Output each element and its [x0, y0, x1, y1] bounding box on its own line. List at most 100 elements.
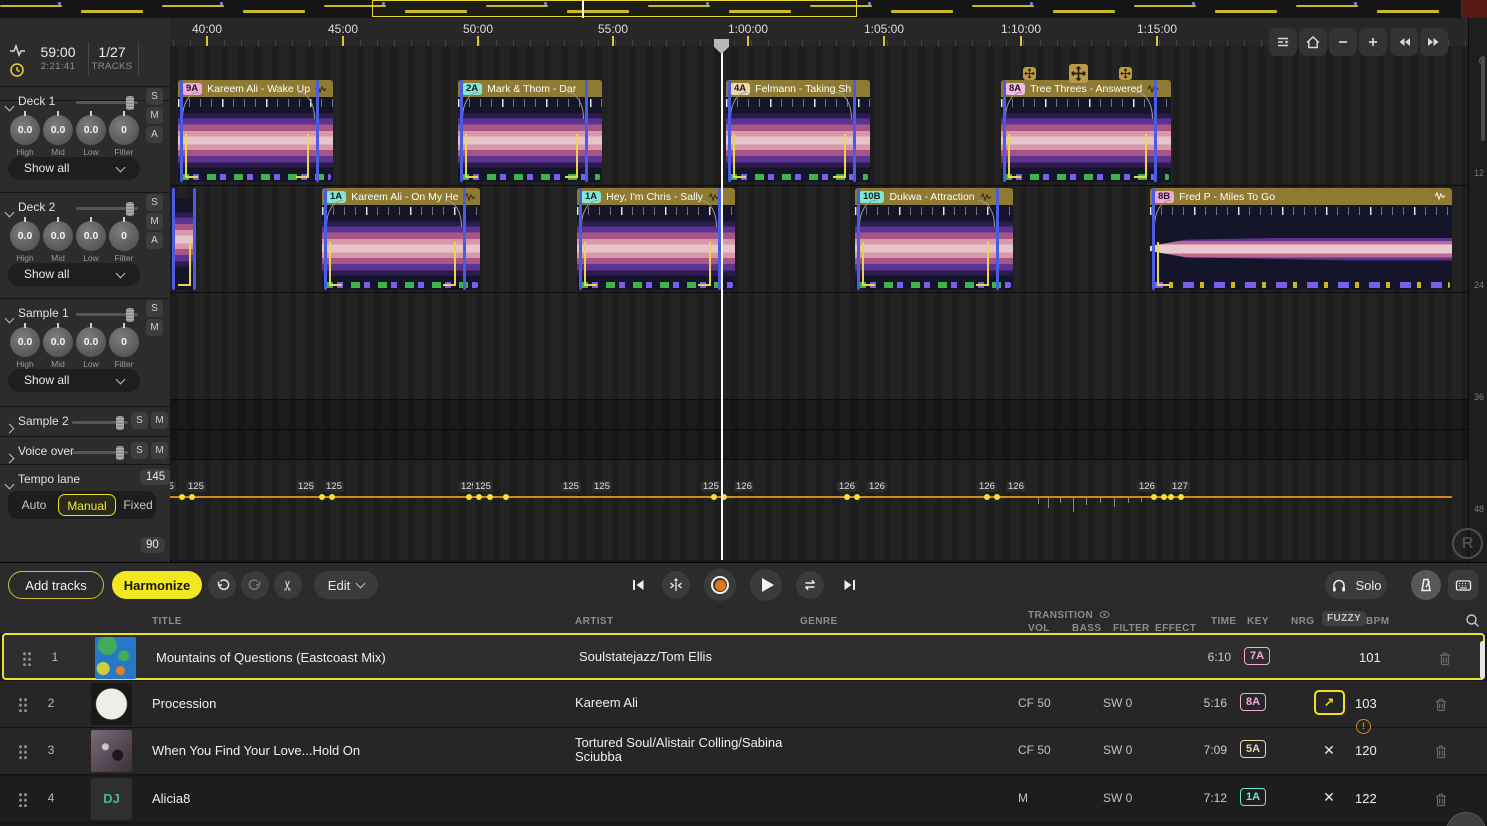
- fuzzy-match-button[interactable]: ↗: [1314, 690, 1345, 715]
- volume-slider[interactable]: [72, 421, 128, 424]
- button-m[interactable]: M: [146, 213, 163, 230]
- fade-bracket[interactable]: [833, 134, 846, 178]
- timeline-lanes[interactable]: 9AKareem Ali - Wake Up 2AMark & Thom - Da…: [170, 46, 1468, 560]
- track-filter-dropdown[interactable]: Show all: [8, 157, 140, 180]
- button-s[interactable]: S: [146, 300, 163, 317]
- tempo-point[interactable]: [984, 494, 990, 500]
- button-m[interactable]: M: [146, 319, 163, 336]
- zoom-out-button[interactable]: [1329, 28, 1357, 56]
- button-m[interactable]: M: [151, 442, 168, 459]
- knob-low[interactable]: 0.0: [76, 221, 106, 251]
- fuzzy-status[interactable]: ✕: [1313, 786, 1345, 810]
- tempo-point[interactable]: [1178, 494, 1184, 500]
- clip-boundary[interactable]: [728, 80, 731, 182]
- clip-header[interactable]: 1AKareem Ali - On My Hea: [322, 188, 480, 205]
- tempo-min-value[interactable]: 90: [140, 537, 165, 553]
- fade-bracket[interactable]: [1157, 242, 1170, 286]
- timeline-clip[interactable]: 8ATree Threes - Answered: [1001, 80, 1171, 182]
- knob-mid[interactable]: 0.0: [43, 327, 73, 357]
- tempo-point[interactable]: [189, 494, 195, 500]
- table-row[interactable]: 2ProcessionKareem AliCF 50SW 05:168A↗103…: [0, 681, 1487, 728]
- drag-handle[interactable]: [22, 651, 31, 666]
- timeline-scrollbar[interactable]: [1481, 56, 1485, 141]
- rewind-button[interactable]: [1390, 28, 1418, 56]
- col-transition[interactable]: TRANSITION: [1028, 610, 1110, 621]
- solo-button[interactable]: Solo: [1325, 571, 1387, 599]
- button-s[interactable]: S: [131, 442, 148, 459]
- clip-boundary[interactable]: [857, 188, 860, 290]
- tempo-point[interactable]: [466, 494, 472, 500]
- slider-handle[interactable]: [116, 416, 124, 430]
- timeline-clip[interactable]: 9AKareem Ali - Wake Up: [178, 80, 333, 182]
- clip-boundary[interactable]: [853, 80, 856, 182]
- tempo-mode-auto[interactable]: Auto: [12, 494, 56, 516]
- clip-header[interactable]: 4AFelmann - Taking Sh: [726, 80, 870, 97]
- clip-boundary[interactable]: [193, 188, 196, 290]
- fuzzy-status[interactable]: [1317, 645, 1349, 669]
- tempo-point[interactable]: [487, 494, 493, 500]
- fast-forward-button[interactable]: [1420, 28, 1448, 56]
- tempo-point[interactable]: [1168, 494, 1174, 500]
- edit-menu-button[interactable]: Edit: [314, 571, 378, 599]
- tempo-point[interactable]: [711, 494, 717, 500]
- clip-boundary[interactable]: [324, 188, 327, 290]
- col-time[interactable]: TIME: [1211, 616, 1237, 627]
- fuzzy-status[interactable]: ✕: [1313, 738, 1345, 762]
- table-row[interactable]: 1Mountains of Questions (Eastcoast Mix)S…: [2, 633, 1485, 680]
- col-fuzzy[interactable]: FUZZY: [1322, 613, 1366, 624]
- tempo-point[interactable]: [854, 494, 860, 500]
- col-artist[interactable]: ARTIST: [575, 616, 614, 627]
- fade-bracket[interactable]: [296, 134, 309, 178]
- clip-boundary[interactable]: [316, 80, 319, 182]
- zoom-fit-button[interactable]: [1299, 28, 1327, 56]
- clip-boundary[interactable]: [172, 188, 175, 290]
- tempo-point[interactable]: [1151, 494, 1157, 500]
- knob-filter[interactable]: 0: [109, 327, 139, 357]
- clip-header[interactable]: 1AHey, I'm Chris - Sally: [577, 188, 735, 205]
- fade-bracket[interactable]: [976, 242, 989, 286]
- fade-bracket[interactable]: [178, 242, 191, 286]
- skip-end-button[interactable]: [840, 575, 860, 595]
- clip-boundary[interactable]: [180, 80, 183, 182]
- button-s[interactable]: S: [146, 194, 163, 211]
- timeline-clip[interactable]: 8BFred P - Miles To Go: [1150, 188, 1452, 290]
- volume-slider[interactable]: [72, 451, 128, 454]
- knob-low[interactable]: 0.0: [76, 327, 106, 357]
- tempo-mode-fixed[interactable]: Fixed: [118, 494, 158, 516]
- keyboard-shortcuts-button[interactable]: [1448, 570, 1478, 600]
- quantize-button[interactable]: [662, 571, 690, 599]
- clip-boundary[interactable]: [585, 80, 588, 182]
- minimap-playhead[interactable]: [582, 0, 584, 18]
- knob-filter[interactable]: 0: [109, 221, 139, 251]
- delete-track-button[interactable]: [1436, 649, 1454, 667]
- redo-button[interactable]: [241, 571, 269, 599]
- clip-header[interactable]: 9AKareem Ali - Wake Up: [178, 80, 333, 97]
- move-handle-icon[interactable]: [1023, 67, 1036, 80]
- delete-track-button[interactable]: [1432, 790, 1450, 808]
- move-handle-icon[interactable]: [1119, 67, 1132, 80]
- skip-start-button[interactable]: [628, 575, 648, 595]
- tempo-point[interactable]: [179, 494, 185, 500]
- clip-boundary[interactable]: [460, 80, 463, 182]
- timeline-clip[interactable]: 2AMark & Thom - Dar: [458, 80, 602, 182]
- volume-slider[interactable]: [76, 207, 138, 210]
- tempo-max-value[interactable]: 145: [140, 469, 171, 485]
- record-button[interactable]: [704, 569, 736, 601]
- volume-slider[interactable]: [76, 313, 138, 316]
- knob-mid[interactable]: 0.0: [43, 221, 73, 251]
- slider-handle[interactable]: [116, 446, 124, 460]
- col-key[interactable]: KEY: [1247, 616, 1269, 627]
- clip-boundary[interactable]: [996, 188, 999, 290]
- fade-bracket[interactable]: [443, 242, 456, 286]
- button-a[interactable]: A: [146, 126, 163, 143]
- chevron-down-icon[interactable]: [6, 309, 13, 327]
- button-a[interactable]: A: [146, 232, 163, 249]
- slider-handle[interactable]: [126, 96, 134, 110]
- col-title[interactable]: TITLE: [152, 616, 182, 627]
- fade-bracket[interactable]: [465, 134, 478, 178]
- fade-bracket[interactable]: [565, 134, 578, 178]
- fade-bracket[interactable]: [733, 134, 746, 178]
- clip-boundary[interactable]: [1003, 80, 1006, 182]
- undo-button[interactable]: [208, 571, 236, 599]
- clip-boundary[interactable]: [579, 188, 582, 290]
